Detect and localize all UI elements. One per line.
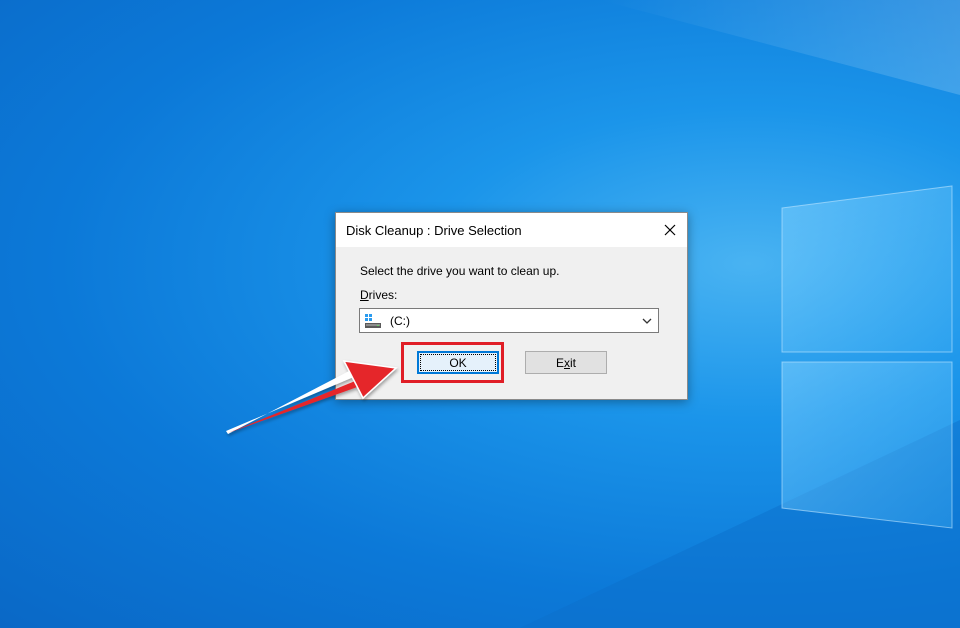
drives-label-hotkey: D: [360, 288, 369, 302]
drive-dropdown[interactable]: (C:): [359, 308, 659, 333]
drives-label: Drives:: [360, 288, 397, 302]
close-button[interactable]: [653, 213, 687, 247]
chevron-down-icon[interactable]: [640, 314, 654, 328]
exit-button-label: Exit: [556, 356, 576, 370]
selected-drive: (C:): [390, 314, 410, 328]
dialog-title: Disk Cleanup : Drive Selection: [346, 223, 522, 238]
exit-label-pre: E: [555, 355, 564, 370]
desktop: Disk Cleanup : Drive Selection Select th…: [0, 0, 960, 628]
close-icon: [664, 224, 676, 236]
dialog-titlebar[interactable]: Disk Cleanup : Drive Selection: [336, 213, 687, 247]
focus-ring: [420, 354, 496, 371]
ok-button[interactable]: OK: [417, 351, 499, 374]
exit-button[interactable]: Exit: [525, 351, 607, 374]
instruction-text: Select the drive you want to clean up.: [360, 264, 560, 278]
drive-icon: [365, 314, 381, 328]
disk-cleanup-dialog: Disk Cleanup : Drive Selection Select th…: [335, 212, 688, 400]
drives-label-rest: rives:: [368, 288, 398, 302]
exit-label-post: it: [570, 355, 576, 370]
